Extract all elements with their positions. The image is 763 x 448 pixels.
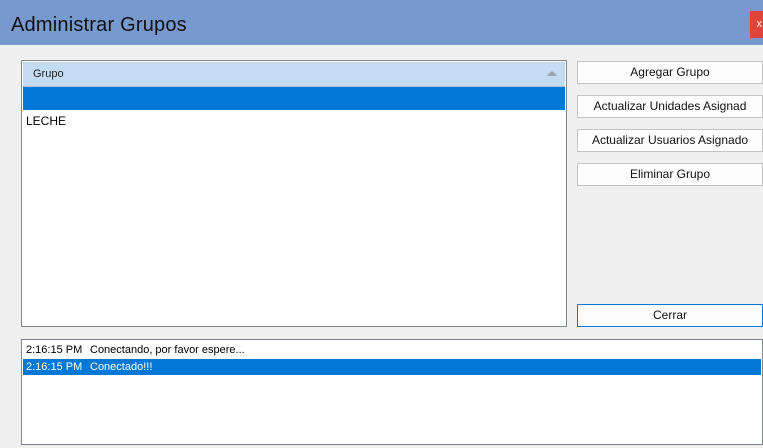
update-assigned-units-button[interactable]: Actualizar Unidades Asignad (577, 95, 763, 118)
grid-column-header-label: Grupo (33, 68, 64, 80)
close-window-button[interactable]: x (750, 11, 763, 38)
update-assigned-users-button[interactable]: Actualizar Usuarios Asignado (577, 129, 763, 152)
add-group-button[interactable]: Agregar Grupo (577, 61, 763, 84)
log-entry[interactable]: 2:16:15 PM Conectando, por favor espere.… (23, 342, 761, 358)
sort-ascending-icon (547, 71, 557, 76)
window-title: Administrar Grupos (11, 14, 187, 36)
log-timestamp: 2:16:15 PM (26, 344, 83, 356)
title-bar: Administrar Grupos x (0, 0, 763, 45)
log-message: Conectando, por favor espere... (90, 344, 245, 356)
close-icon: x (756, 18, 763, 30)
log-timestamp: 2:16:15 PM (26, 361, 83, 373)
grid-column-header-grupo[interactable]: Grupo (23, 62, 565, 87)
close-button[interactable]: Cerrar (577, 304, 763, 327)
grid-row[interactable] (23, 87, 565, 110)
status-log[interactable]: 2:16:15 PM Conectando, por favor espere.… (21, 339, 763, 445)
groups-grid[interactable]: Grupo LECHE (21, 60, 567, 327)
log-entry[interactable]: 2:16:15 PM Conectado!!! (23, 359, 761, 375)
delete-group-button[interactable]: Eliminar Grupo (577, 163, 763, 186)
grid-row[interactable]: LECHE (23, 110, 565, 133)
log-message: Conectado!!! (90, 361, 153, 373)
